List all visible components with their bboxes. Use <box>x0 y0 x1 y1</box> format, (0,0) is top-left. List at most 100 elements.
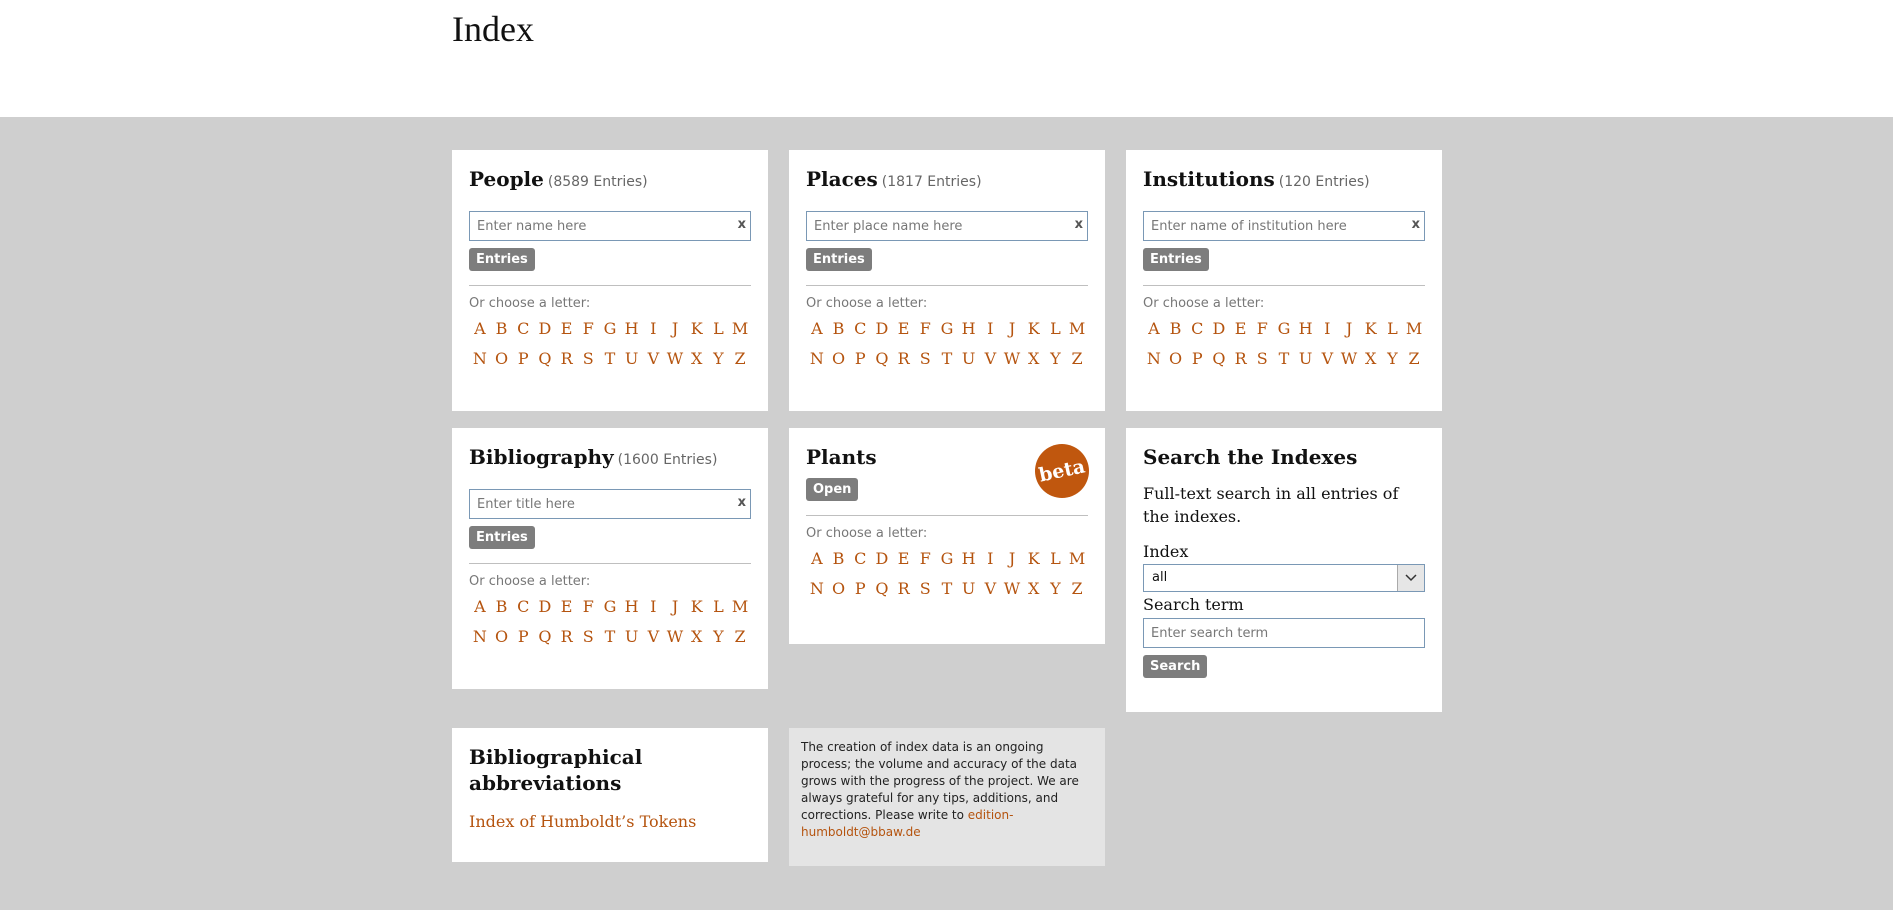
letter-link-o[interactable]: O <box>828 347 850 371</box>
letter-link-m[interactable]: M <box>1066 547 1088 571</box>
letter-link-f[interactable]: F <box>914 547 936 571</box>
letter-link-n[interactable]: N <box>806 347 828 371</box>
letter-link-l[interactable]: L <box>708 595 730 619</box>
letter-link-y[interactable]: Y <box>1045 577 1067 601</box>
letter-link-n[interactable]: N <box>469 347 491 371</box>
letter-link-e[interactable]: E <box>556 317 578 341</box>
search-button[interactable]: Search <box>1143 655 1208 678</box>
letter-link-w[interactable]: W <box>664 347 686 371</box>
letter-link-c[interactable]: C <box>1186 317 1208 341</box>
letter-link-y[interactable]: Y <box>1382 347 1404 371</box>
letter-link-u[interactable]: U <box>621 347 643 371</box>
letter-link-v[interactable]: V <box>1317 347 1339 371</box>
letter-link-r[interactable]: R <box>893 347 915 371</box>
letter-link-c[interactable]: C <box>849 317 871 341</box>
letter-link-v[interactable]: V <box>980 577 1002 601</box>
letter-link-k[interactable]: K <box>686 595 708 619</box>
institutions-search-input[interactable] <box>1144 212 1398 240</box>
bibliography-entries-button[interactable]: Entries <box>469 526 535 549</box>
letter-link-q[interactable]: Q <box>534 347 556 371</box>
letter-link-k[interactable]: K <box>686 317 708 341</box>
letter-link-x[interactable]: X <box>1360 347 1382 371</box>
people-clear-icon[interactable]: x <box>738 217 746 232</box>
letter-link-j[interactable]: J <box>1338 317 1360 341</box>
letter-link-c[interactable]: C <box>512 317 534 341</box>
letter-link-f[interactable]: F <box>1251 317 1273 341</box>
letter-link-q[interactable]: Q <box>534 625 556 649</box>
letter-link-d[interactable]: D <box>534 317 556 341</box>
letter-link-i[interactable]: I <box>643 317 665 341</box>
letter-link-e[interactable]: E <box>893 317 915 341</box>
chevron-down-icon[interactable] <box>1397 565 1424 591</box>
letter-link-g[interactable]: G <box>936 317 958 341</box>
letter-link-y[interactable]: Y <box>708 347 730 371</box>
letter-link-s[interactable]: S <box>914 347 936 371</box>
letter-link-s[interactable]: S <box>577 347 599 371</box>
index-select[interactable]: all <box>1143 564 1425 592</box>
letter-link-q[interactable]: Q <box>1208 347 1230 371</box>
letter-link-h[interactable]: H <box>1295 317 1317 341</box>
letter-link-s[interactable]: S <box>914 577 936 601</box>
letter-link-t[interactable]: T <box>1273 347 1295 371</box>
letter-link-m[interactable]: M <box>1403 317 1425 341</box>
letter-link-f[interactable]: F <box>577 317 599 341</box>
letter-link-w[interactable]: W <box>1338 347 1360 371</box>
letter-link-b[interactable]: B <box>828 317 850 341</box>
letter-link-v[interactable]: V <box>980 347 1002 371</box>
letter-link-o[interactable]: O <box>828 577 850 601</box>
letter-link-b[interactable]: B <box>1165 317 1187 341</box>
letter-link-s[interactable]: S <box>577 625 599 649</box>
letter-link-h[interactable]: H <box>621 317 643 341</box>
letter-link-j[interactable]: J <box>664 317 686 341</box>
letter-link-y[interactable]: Y <box>1045 347 1067 371</box>
letter-link-s[interactable]: S <box>1251 347 1273 371</box>
letter-link-e[interactable]: E <box>893 547 915 571</box>
letter-link-l[interactable]: L <box>708 317 730 341</box>
letter-link-d[interactable]: D <box>1208 317 1230 341</box>
letter-link-z[interactable]: Z <box>729 625 751 649</box>
letter-link-f[interactable]: F <box>577 595 599 619</box>
letter-link-b[interactable]: B <box>491 595 513 619</box>
letter-link-h[interactable]: H <box>958 547 980 571</box>
letter-link-d[interactable]: D <box>534 595 556 619</box>
letter-link-o[interactable]: O <box>1165 347 1187 371</box>
letter-link-m[interactable]: M <box>1066 317 1088 341</box>
letter-link-h[interactable]: H <box>958 317 980 341</box>
letter-link-r[interactable]: R <box>1230 347 1252 371</box>
letter-link-p[interactable]: P <box>512 347 534 371</box>
letter-link-g[interactable]: G <box>599 317 621 341</box>
letter-link-i[interactable]: I <box>980 547 1002 571</box>
letter-link-x[interactable]: X <box>1023 577 1045 601</box>
letter-link-l[interactable]: L <box>1045 547 1067 571</box>
people-entries-button[interactable]: Entries <box>469 248 535 271</box>
letter-link-g[interactable]: G <box>1273 317 1295 341</box>
letter-link-i[interactable]: I <box>980 317 1002 341</box>
letter-link-i[interactable]: I <box>1317 317 1339 341</box>
letter-link-x[interactable]: X <box>686 625 708 649</box>
letter-link-b[interactable]: B <box>828 547 850 571</box>
letter-link-k[interactable]: K <box>1360 317 1382 341</box>
letter-link-z[interactable]: Z <box>729 347 751 371</box>
humboldt-tokens-link[interactable]: Index of Humboldt’s Tokens <box>469 812 696 831</box>
letter-link-p[interactable]: P <box>512 625 534 649</box>
letter-link-a[interactable]: A <box>806 547 828 571</box>
letter-link-c[interactable]: C <box>849 547 871 571</box>
letter-link-p[interactable]: P <box>849 577 871 601</box>
letter-link-d[interactable]: D <box>871 547 893 571</box>
letter-link-a[interactable]: A <box>469 595 491 619</box>
letter-link-c[interactable]: C <box>512 595 534 619</box>
letter-link-n[interactable]: N <box>1143 347 1165 371</box>
letter-link-t[interactable]: T <box>936 577 958 601</box>
letter-link-k[interactable]: K <box>1023 317 1045 341</box>
letter-link-k[interactable]: K <box>1023 547 1045 571</box>
letter-link-g[interactable]: G <box>936 547 958 571</box>
letter-link-e[interactable]: E <box>1230 317 1252 341</box>
letter-link-u[interactable]: U <box>621 625 643 649</box>
letter-link-q[interactable]: Q <box>871 577 893 601</box>
letter-link-n[interactable]: N <box>806 577 828 601</box>
letter-link-q[interactable]: Q <box>871 347 893 371</box>
letter-link-l[interactable]: L <box>1045 317 1067 341</box>
letter-link-d[interactable]: D <box>871 317 893 341</box>
letter-link-j[interactable]: J <box>664 595 686 619</box>
letter-link-o[interactable]: O <box>491 347 513 371</box>
